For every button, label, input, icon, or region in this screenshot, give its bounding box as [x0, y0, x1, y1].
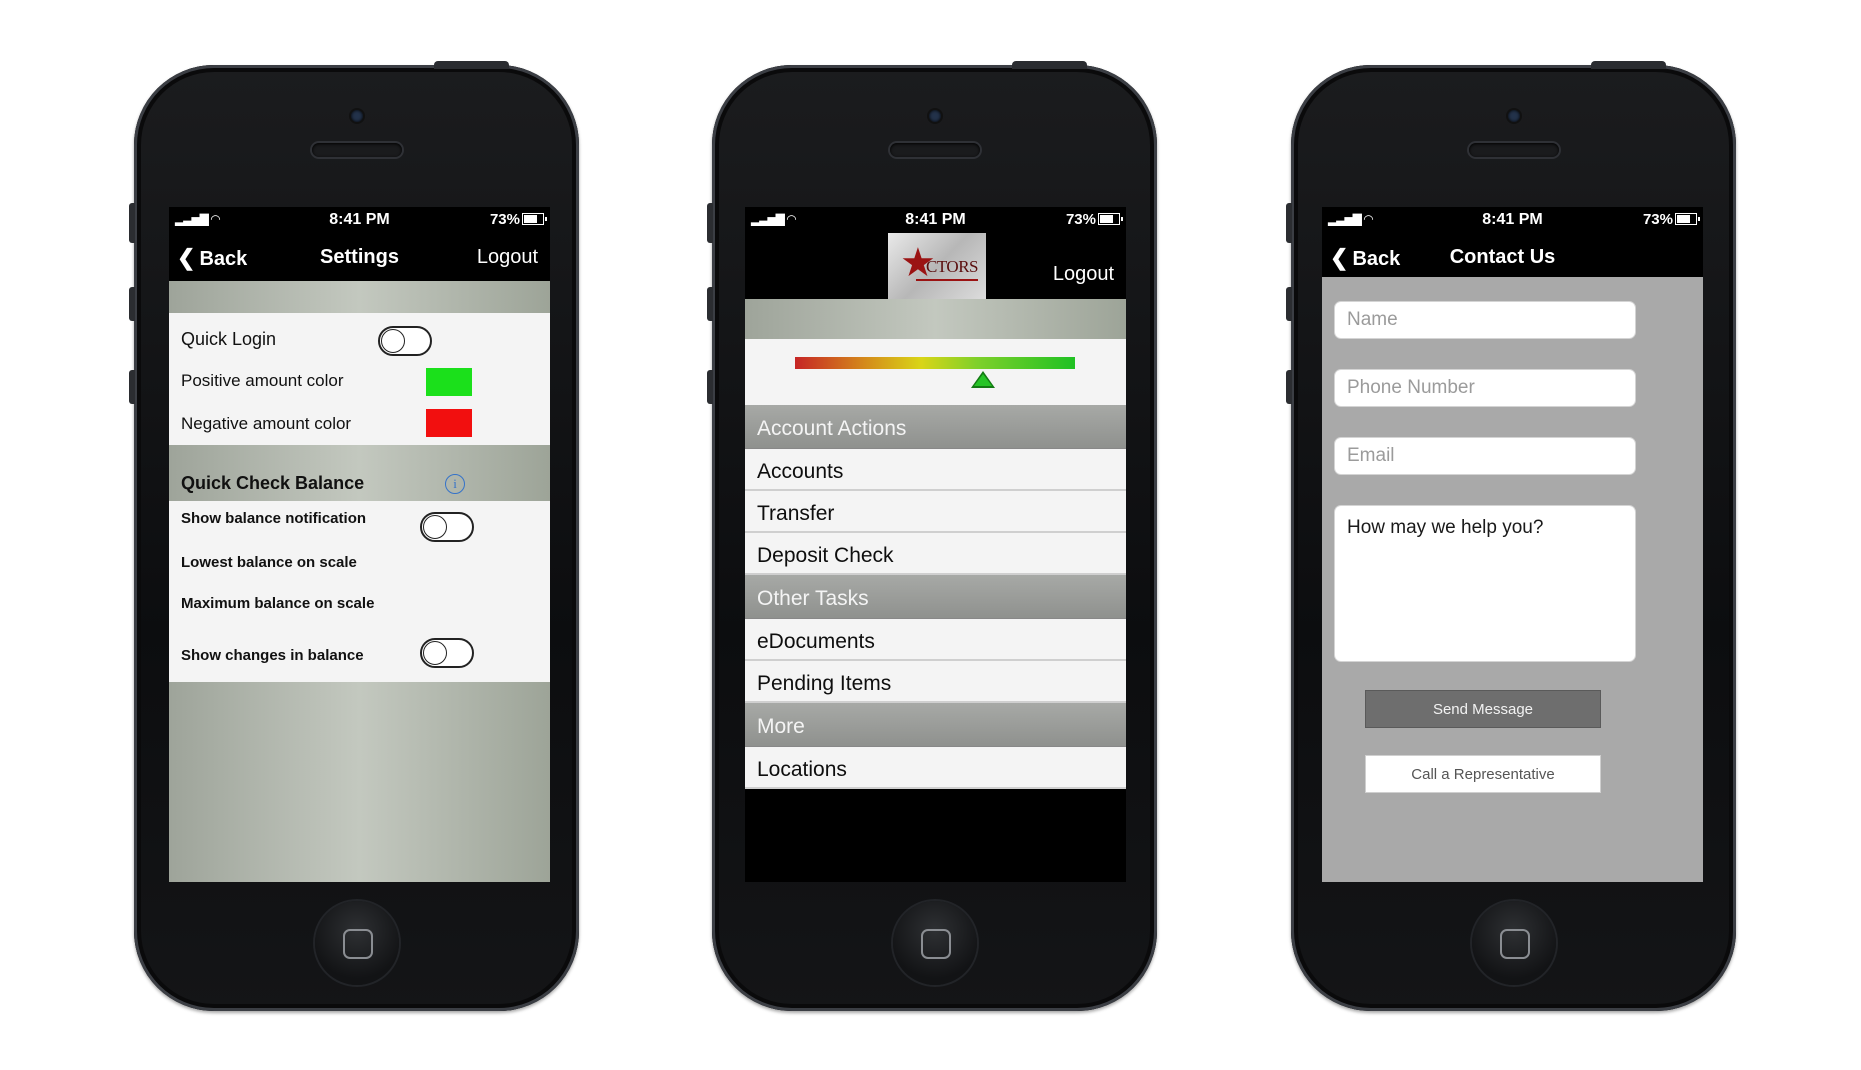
- camera: [1507, 110, 1520, 122]
- contact-screen: ▂▃▅▇ ◠ 8:41 PM 73% ❮ Back Contact Us Name…: [1322, 207, 1703, 882]
- logout-button[interactable]: Logout: [1053, 263, 1114, 286]
- battery-icon: [522, 213, 547, 225]
- email-field[interactable]: Email: [1334, 437, 1636, 475]
- home-button[interactable]: [892, 901, 977, 985]
- phone-menu: ▂▃▅▇ ◠ 8:41 PM 73% ★ CTORS Logout Accoun…: [707, 61, 1157, 1011]
- list-item[interactable]: Accounts: [745, 449, 1126, 491]
- logout-button[interactable]: Logout: [477, 246, 538, 269]
- mute-switch: [707, 203, 713, 243]
- header-band: [169, 281, 550, 313]
- quick-login-label: Quick Login: [181, 329, 277, 349]
- battery-icon: [1098, 213, 1123, 225]
- volume-up-button: [707, 287, 713, 321]
- list-section-header: More: [745, 703, 1126, 747]
- quick-login-toggle[interactable]: [378, 326, 432, 356]
- send-message-button[interactable]: Send Message: [1365, 690, 1601, 728]
- logo: ★ CTORS: [888, 233, 986, 299]
- footer-band: [169, 682, 550, 882]
- balance-indicator-marker: [970, 371, 995, 388]
- maximum-balance-label: Maximum balance on scale: [181, 595, 375, 612]
- mute-switch: [1286, 203, 1292, 243]
- camera: [928, 110, 941, 122]
- settings-group-general: Quick Login Positive amount color Negati…: [169, 313, 550, 445]
- message-field[interactable]: How may we help you?: [1334, 505, 1636, 662]
- speaker: [311, 143, 402, 157]
- logo-text: CTORS: [926, 257, 979, 276]
- section-title: Quick Check Balance: [181, 473, 365, 493]
- home-button[interactable]: [1471, 901, 1556, 985]
- mute-switch: [129, 203, 135, 243]
- list-item[interactable]: Transfer: [745, 491, 1126, 533]
- section-header-quick-check: Quick Check Balance i: [169, 445, 550, 501]
- battery-indicator: 73%: [1642, 211, 1700, 228]
- positive-color-swatch[interactable]: [426, 368, 472, 396]
- volume-up-button: [1286, 287, 1292, 321]
- volume-down-button: [1286, 370, 1292, 404]
- menu-screen: ▂▃▅▇ ◠ 8:41 PM 73% ★ CTORS Logout Accoun…: [745, 207, 1126, 882]
- speaker: [1468, 143, 1559, 157]
- battery-percent: 73%: [1642, 211, 1673, 228]
- page-title: Contact Us: [1449, 246, 1556, 268]
- camera: [350, 110, 363, 122]
- list-item[interactable]: Deposit Check: [745, 533, 1126, 575]
- contact-form: Name Phone Number Email How may we help …: [1322, 277, 1703, 882]
- battery-indicator: 73%: [1065, 211, 1123, 228]
- list-section-header: Account Actions: [745, 405, 1126, 449]
- list-section-header: Other Tasks: [745, 575, 1126, 619]
- home-button[interactable]: [314, 901, 399, 985]
- lowest-balance-label: Lowest balance on scale: [181, 554, 357, 571]
- status-bar: ▂▃▅▇ ◠ 8:41 PM 73%: [169, 207, 550, 233]
- battery-icon: [1675, 213, 1700, 225]
- list-item[interactable]: Pending Items: [745, 661, 1126, 703]
- list-item[interactable]: Locations: [745, 747, 1126, 789]
- logo-underline: [916, 279, 978, 281]
- status-bar: ▂▃▅▇ ◠ 8:41 PM 73%: [745, 207, 1126, 233]
- name-field[interactable]: Name: [1334, 301, 1636, 339]
- negative-color-swatch[interactable]: [426, 409, 472, 437]
- battery-percent: 73%: [489, 211, 520, 228]
- settings-group-quick-check: Show balance notification Lowest balance…: [169, 501, 550, 682]
- menu-list: Account Actions Accounts Transfer Deposit C…: [745, 405, 1126, 789]
- header-band: [745, 299, 1126, 339]
- call-representative-button[interactable]: Call a Representative: [1365, 755, 1601, 793]
- balance-indicator-marker-fill: [973, 374, 992, 386]
- volume-down-button: [707, 370, 713, 404]
- nav-bar: ❮ Back Contact Us: [1322, 233, 1703, 277]
- phone-contact: ▂▃▅▇ ◠ 8:41 PM 73% ❮ Back Contact Us Name…: [1286, 61, 1736, 1011]
- show-notification-label: Show balance notification: [181, 510, 367, 527]
- battery-percent: 73%: [1065, 211, 1096, 228]
- volume-up-button: [129, 287, 135, 321]
- nav-bar: ★ CTORS Logout: [745, 233, 1126, 299]
- balance-scale-bar: [795, 357, 1075, 369]
- settings-screen: ▂▃▅▇ ◠ 8:41 PM 73% ❮ Back Settings Logout…: [169, 207, 550, 882]
- show-changes-label: Show changes in balance: [181, 647, 364, 664]
- list-item[interactable]: eDocuments: [745, 619, 1126, 661]
- positive-color-label: Positive amount color: [181, 371, 344, 390]
- status-bar: ▂▃▅▇ ◠ 8:41 PM 73%: [1322, 207, 1703, 233]
- phone-settings: ▂▃▅▇ ◠ 8:41 PM 73% ❮ Back Settings Logout…: [129, 61, 579, 1011]
- nav-bar: ❮ Back Settings Logout: [169, 233, 550, 281]
- speaker: [889, 143, 980, 157]
- negative-color-label: Negative amount color: [181, 414, 352, 433]
- balance-scale: [745, 339, 1126, 405]
- info-icon[interactable]: i: [445, 474, 465, 494]
- show-changes-toggle[interactable]: [420, 638, 474, 668]
- phone-field[interactable]: Phone Number: [1334, 369, 1636, 407]
- volume-down-button: [129, 370, 135, 404]
- battery-indicator: 73%: [489, 211, 547, 228]
- show-notification-toggle[interactable]: [420, 512, 474, 542]
